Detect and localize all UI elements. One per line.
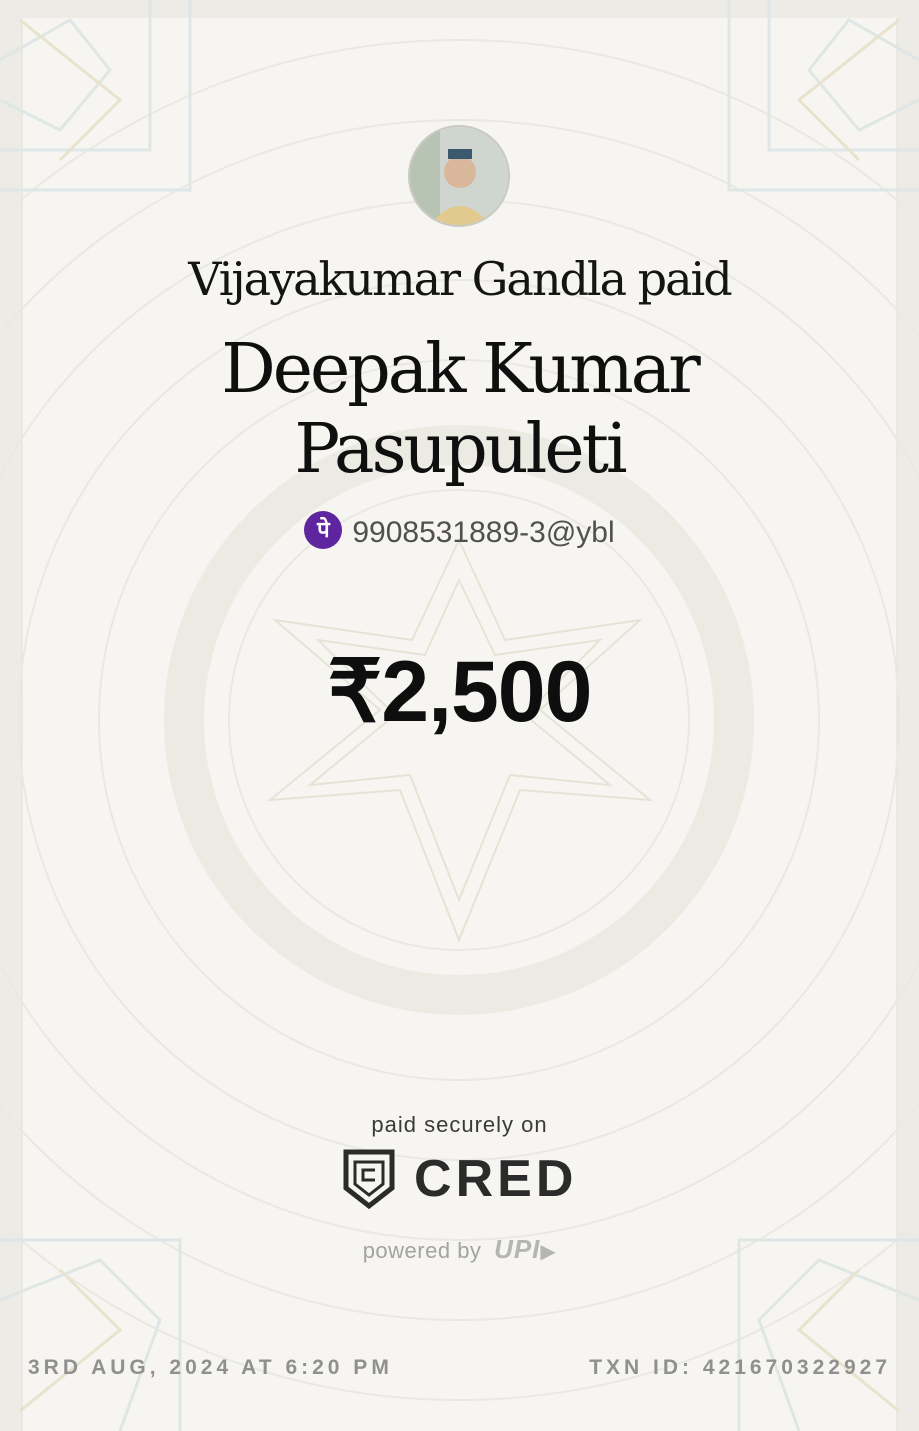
paid-securely-label: paid securely on <box>371 1112 548 1137</box>
payer-line: Vijayakumar Gandla paid <box>188 252 732 306</box>
powered-by-row: powered by UPI▶ <box>0 1234 919 1265</box>
upi-arrow-icon: ▶ <box>540 1241 557 1263</box>
avatar <box>408 125 510 227</box>
upi-logo: UPI <box>494 1234 541 1264</box>
phonepe-icon: पे <box>304 511 343 549</box>
transaction-date: 3RD AUG, 2024 AT 6:20 PM <box>28 1356 393 1379</box>
avatar-image <box>410 127 508 225</box>
transaction-id: TXN ID: 421670322927 <box>589 1356 891 1379</box>
payee-name: Deepak Kumar Pasupuleti <box>0 330 919 490</box>
upi-id-row: पे 9908531889-3@ybl <box>0 511 919 553</box>
payee-name-line-1: Deepak Kumar <box>221 330 701 409</box>
cred-brand: CRED <box>0 1148 919 1210</box>
powered-by-label: powered by <box>362 1238 482 1263</box>
cred-wordmark: CRED <box>414 1150 578 1208</box>
payee-name-line-2: Pasupuleti <box>294 410 627 489</box>
cred-shield-icon <box>343 1149 395 1210</box>
upi-id: 9908531889-3@ybl <box>352 515 615 549</box>
amount: ₹2,500 <box>327 644 593 740</box>
receipt-card: Vijayakumar Gandla paid Deepak Kumar Pas… <box>0 0 919 1431</box>
